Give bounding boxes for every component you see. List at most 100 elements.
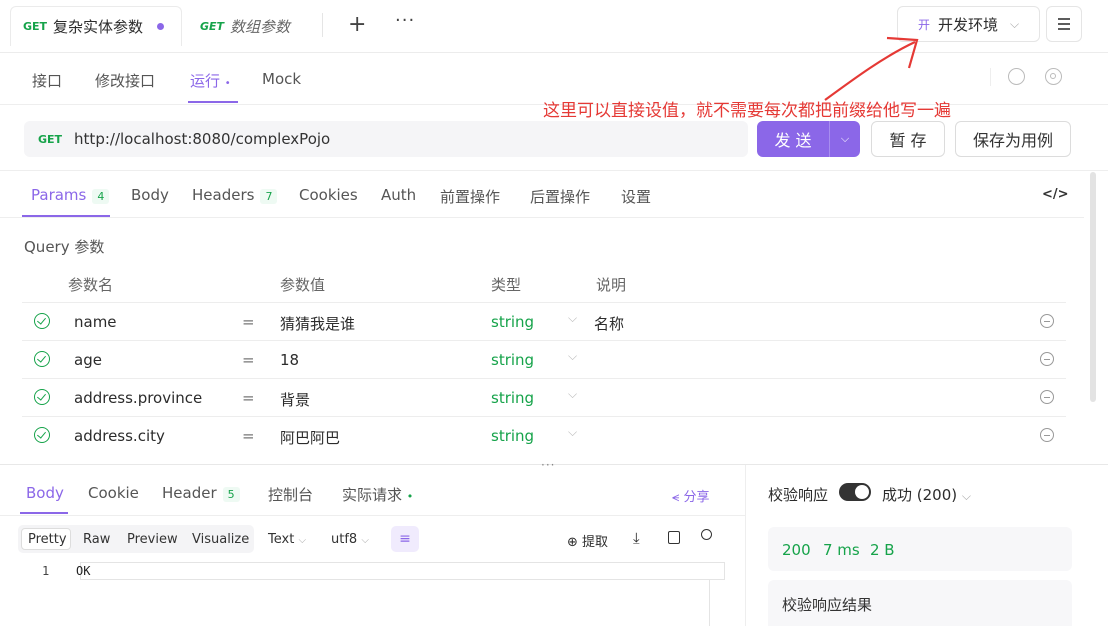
save-button[interactable]: 暂 存 [871,121,945,157]
save-as-case-button[interactable]: 保存为用例 [955,121,1071,157]
tab-headers[interactable]: Headers 7 [192,186,278,204]
param-type[interactable]: string [491,427,534,445]
search-icon[interactable] [701,529,712,540]
param-type[interactable]: string [491,313,534,331]
editor-scrollbar[interactable] [709,580,710,626]
body-underline [20,512,68,514]
param-type[interactable]: string [491,389,534,407]
tab-cookie[interactable]: Cookie [88,484,139,502]
nav-interface[interactable]: 接口 [32,70,62,91]
more-icon[interactable]: ··· [395,10,415,31]
tab-params[interactable]: Params 4 [31,186,110,204]
code-icon[interactable]: </> [1042,187,1069,202]
result-box: 校验响应结果 [768,580,1072,626]
chevron-down-icon[interactable]: ⌵ [830,132,860,146]
param-name[interactable]: age [74,351,102,369]
remove-icon[interactable] [1040,314,1054,328]
param-value[interactable]: 背景 [280,389,310,410]
divider [0,170,1108,171]
check-icon[interactable] [34,313,50,329]
param-row: name = 猜猜我是谁 string ⌵ 名称 [22,302,1066,341]
extract-label: 提取 [582,535,609,550]
encoding-select[interactable]: utf8 ⌵ [331,532,369,547]
tab-actual-request[interactable]: 实际请求 • [342,484,413,505]
download-icon[interactable]: ⤓ [633,529,640,547]
tab-complex-entity[interactable]: GET 复杂实体参数 [10,6,182,46]
remove-icon[interactable] [1040,390,1054,404]
chevron-down-icon: ⌵ [568,349,578,363]
check-icon[interactable] [34,427,50,443]
divider [0,515,745,516]
tab-post-actions[interactable]: 后置操作 [530,186,590,207]
nav-edit-interface[interactable]: 修改接口 [95,70,155,91]
col-desc: 说明 [596,276,627,294]
tab-array-params[interactable]: GET 数组参数 [200,6,290,46]
nav-mock[interactable]: Mock [262,70,301,88]
equals: = [242,351,255,369]
drag-handle-icon[interactable]: ··· [541,458,555,472]
param-row: address.city = 阿巴阿巴 string ⌵ [22,416,1066,455]
col-type: 类型 [491,276,522,294]
tab-label: 数组参数 [230,17,291,36]
tab-cookies[interactable]: Cookies [299,186,358,204]
share-button[interactable]: ⪪ 分享 [672,486,710,505]
chevron-down-icon: ⌵ [568,425,578,439]
settings-icon[interactable] [1045,68,1062,85]
url-bar[interactable]: GET http://localhost:8080/complexPojo [24,121,748,157]
format-select[interactable]: Text ⌵ [268,532,306,547]
method-badge: GET [38,132,63,146]
send-button[interactable]: 发 送 ⌵ [757,121,860,157]
send-label: 发 送 [774,131,812,150]
param-value[interactable]: 猜猜我是谁 [280,313,355,334]
menu-button[interactable] [1046,6,1082,42]
code-editor[interactable]: 1 OK [20,560,725,626]
col-name: 参数名 [68,276,114,294]
param-name[interactable]: address.province [74,389,202,407]
nav-run-underline [188,101,238,103]
add-tab-icon[interactable]: + [348,12,366,37]
tab-label: Headers [192,186,255,204]
copy-icon[interactable] [668,531,680,544]
param-desc[interactable]: 名称 [594,313,624,334]
param-name[interactable]: name [74,313,117,331]
remove-icon[interactable] [1040,428,1054,442]
view-preview[interactable]: Preview [127,532,178,547]
view-pretty[interactable]: Pretty [28,532,67,547]
tab-auth[interactable]: Auth [381,186,416,204]
param-name[interactable]: address.city [74,427,165,445]
tab-response-body[interactable]: Body [26,484,64,502]
validate-status[interactable]: 成功 (200) ⌵ [882,484,971,505]
param-value[interactable]: 阿巴阿巴 [280,427,340,448]
scrollbar[interactable] [1090,172,1096,402]
code-text: OK [76,564,91,578]
chevron-down-icon: ⌵ [961,489,971,503]
tab-label: Params [31,186,87,204]
hamburger-icon [1058,18,1070,30]
count-badge: 7 [260,189,278,204]
tab-pre-actions[interactable]: 前置操作 [440,186,500,207]
extract-button[interactable]: ⊕ 提取 [567,531,608,550]
tab-header[interactable]: Header 5 [162,484,240,502]
url-input[interactable]: http://localhost:8080/complexPojo [74,130,330,148]
tab-settings[interactable]: 设置 [621,186,651,207]
view-raw[interactable]: Raw [83,532,110,547]
validate-toggle[interactable] [839,483,871,501]
encoding-value: utf8 [331,532,358,547]
param-value[interactable]: 18 [280,351,299,369]
equals: = [242,427,255,445]
view-visualize[interactable]: Visualize [192,532,249,547]
nav-run[interactable]: 运行 • [190,70,231,91]
check-icon[interactable] [34,351,50,367]
tab-body[interactable]: Body [131,186,169,204]
tab-console[interactable]: 控制台 [268,484,313,505]
remove-icon[interactable] [1040,352,1054,366]
check-icon[interactable] [34,389,50,405]
wrap-icon[interactable]: ≡ [391,526,419,552]
status-dot: • [406,490,414,503]
param-type[interactable]: string [491,351,534,369]
stats-box: 200 7 ms 2 B [768,527,1072,571]
method-badge: GET [200,19,225,33]
chevron-down-icon: ⌵ [568,311,578,325]
tab-label: Header [162,484,217,502]
history-icon[interactable] [1008,68,1025,85]
